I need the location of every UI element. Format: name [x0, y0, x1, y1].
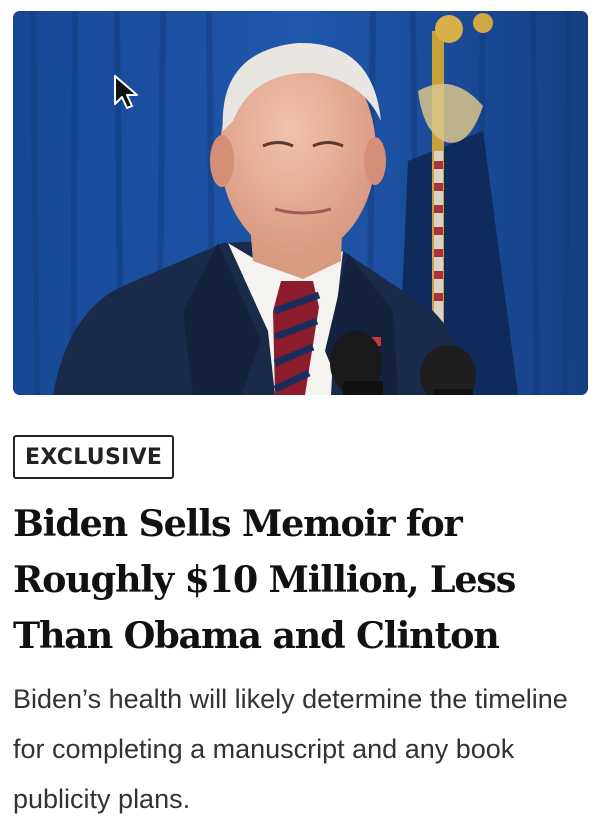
article-headline[interactable]: Biden Sells Memoir for Roughly $10 Milli…	[13, 496, 593, 664]
article-dek: Biden’s health will likely determine the…	[13, 684, 568, 814]
exclusive-badge: EXCLUSIVE	[13, 435, 175, 479]
photo-illustration	[13, 11, 588, 395]
article-photo[interactable]	[13, 11, 588, 395]
article-card[interactable]: EXCLUSIVE Biden Sells Memoir for Roughly…	[0, 0, 602, 830]
mouse-cursor-icon	[114, 75, 138, 109]
